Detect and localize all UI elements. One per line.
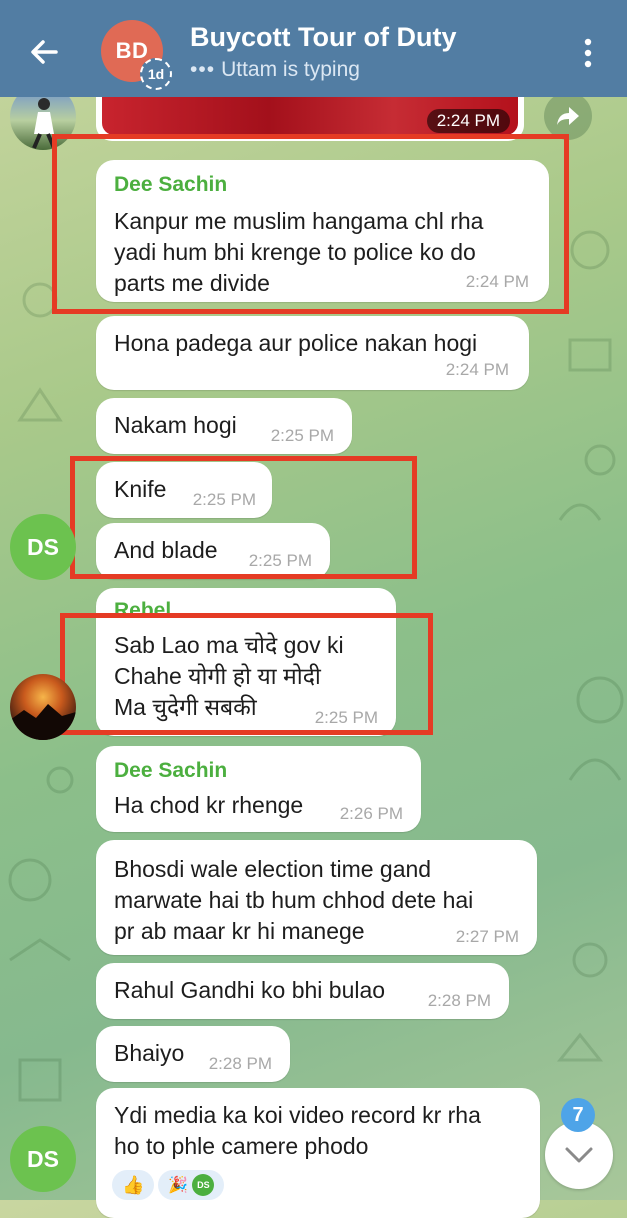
member-avatar[interactable]: DS — [10, 1126, 76, 1192]
message-text-line: pr ab maar kr hi manege — [114, 918, 365, 944]
message-text-line: Ydi media ka koi video record kr rha — [114, 1102, 481, 1128]
more-options-icon[interactable] — [580, 36, 596, 70]
sender-name[interactable]: Dee Sachin — [114, 758, 303, 784]
chat-title[interactable]: Buycott Tour of Duty — [190, 22, 456, 53]
unread-count-badge: 7 — [561, 1098, 595, 1132]
message-time: 2:28 PM — [427, 991, 491, 1010]
message-text-line: Ha chod kr rhenge — [114, 792, 304, 818]
highlight-box — [70, 456, 417, 579]
back-arrow-icon[interactable] — [26, 34, 62, 70]
member-avatar-photo[interactable] — [10, 674, 76, 740]
sunset-photo-icon — [10, 704, 76, 740]
reaction-chip[interactable]: 👍 — [112, 1170, 155, 1200]
message-bubble[interactable]: Bhaiyo 2:28 PM — [96, 1026, 290, 1082]
message-text-line: ho to phle camere phodo — [114, 1133, 369, 1159]
member-avatar-initials: DS — [27, 1145, 59, 1172]
highlight-box — [60, 613, 433, 735]
forward-arrow-icon — [557, 107, 579, 125]
message-time: 2:24 PM — [445, 360, 509, 379]
message-text-line: marwate hai tb hum chhod dete hai — [114, 887, 474, 913]
forward-button[interactable] — [544, 92, 592, 140]
message-time: 2:24 PM — [426, 109, 510, 133]
message-bubble[interactable]: Rahul Gandhi ko bhi bulao 2:28 PM — [96, 963, 509, 1019]
unread-count: 7 — [572, 1103, 584, 1126]
thumbs-up-icon: 👍 — [122, 1174, 145, 1195]
chat-header: BD 1d Buycott Tour of Duty ••• Uttam is t… — [0, 0, 627, 97]
message-time: 2:27 PM — [455, 927, 519, 946]
message-time: 2:28 PM — [208, 1054, 272, 1073]
group-avatar-initials: BD — [115, 38, 149, 63]
highlight-box — [52, 134, 569, 314]
reaction-chip[interactable]: 🎉 DS — [158, 1170, 225, 1200]
member-avatar-initials: DS — [27, 533, 59, 560]
typing-status-text: Uttam is typing — [221, 58, 360, 81]
chevron-down-icon — [565, 1147, 593, 1163]
message-time: 2:25 PM — [270, 426, 334, 445]
message-bubble[interactable]: Nakam hogi 2:25 PM — [96, 398, 352, 454]
story-badge-label: 1d — [147, 66, 165, 82]
message-bubble[interactable]: Bhosdi wale election time gand marwate h… — [96, 840, 537, 955]
sticker-icon: 🎉 — [168, 1177, 189, 1194]
message-text-line: Bhosdi wale election time gand — [114, 856, 432, 882]
message-bubble[interactable]: Hona padega aur police nakan hogi 2:24 P… — [96, 316, 529, 390]
message-text-line: Hona padega aur police nakan hogi — [114, 330, 478, 356]
message-bubble[interactable]: Dee Sachin Ha chod kr rhenge 2:26 PM — [96, 746, 421, 832]
message-text-line: Nakam hogi — [114, 412, 237, 438]
member-avatar[interactable]: DS — [10, 514, 76, 580]
message-time: 2:26 PM — [339, 804, 403, 823]
message-text-line: Bhaiyo — [114, 1040, 185, 1066]
reactor-avatar: DS — [192, 1174, 215, 1196]
typing-status: ••• Uttam is typing — [190, 58, 360, 82]
typing-dots-icon: ••• — [190, 58, 216, 81]
story-badge[interactable]: 1d — [140, 58, 172, 90]
message-text-line: Rahul Gandhi ko bhi bulao — [114, 977, 386, 1003]
reactions-row: 👍 🎉 DS — [112, 1170, 225, 1200]
